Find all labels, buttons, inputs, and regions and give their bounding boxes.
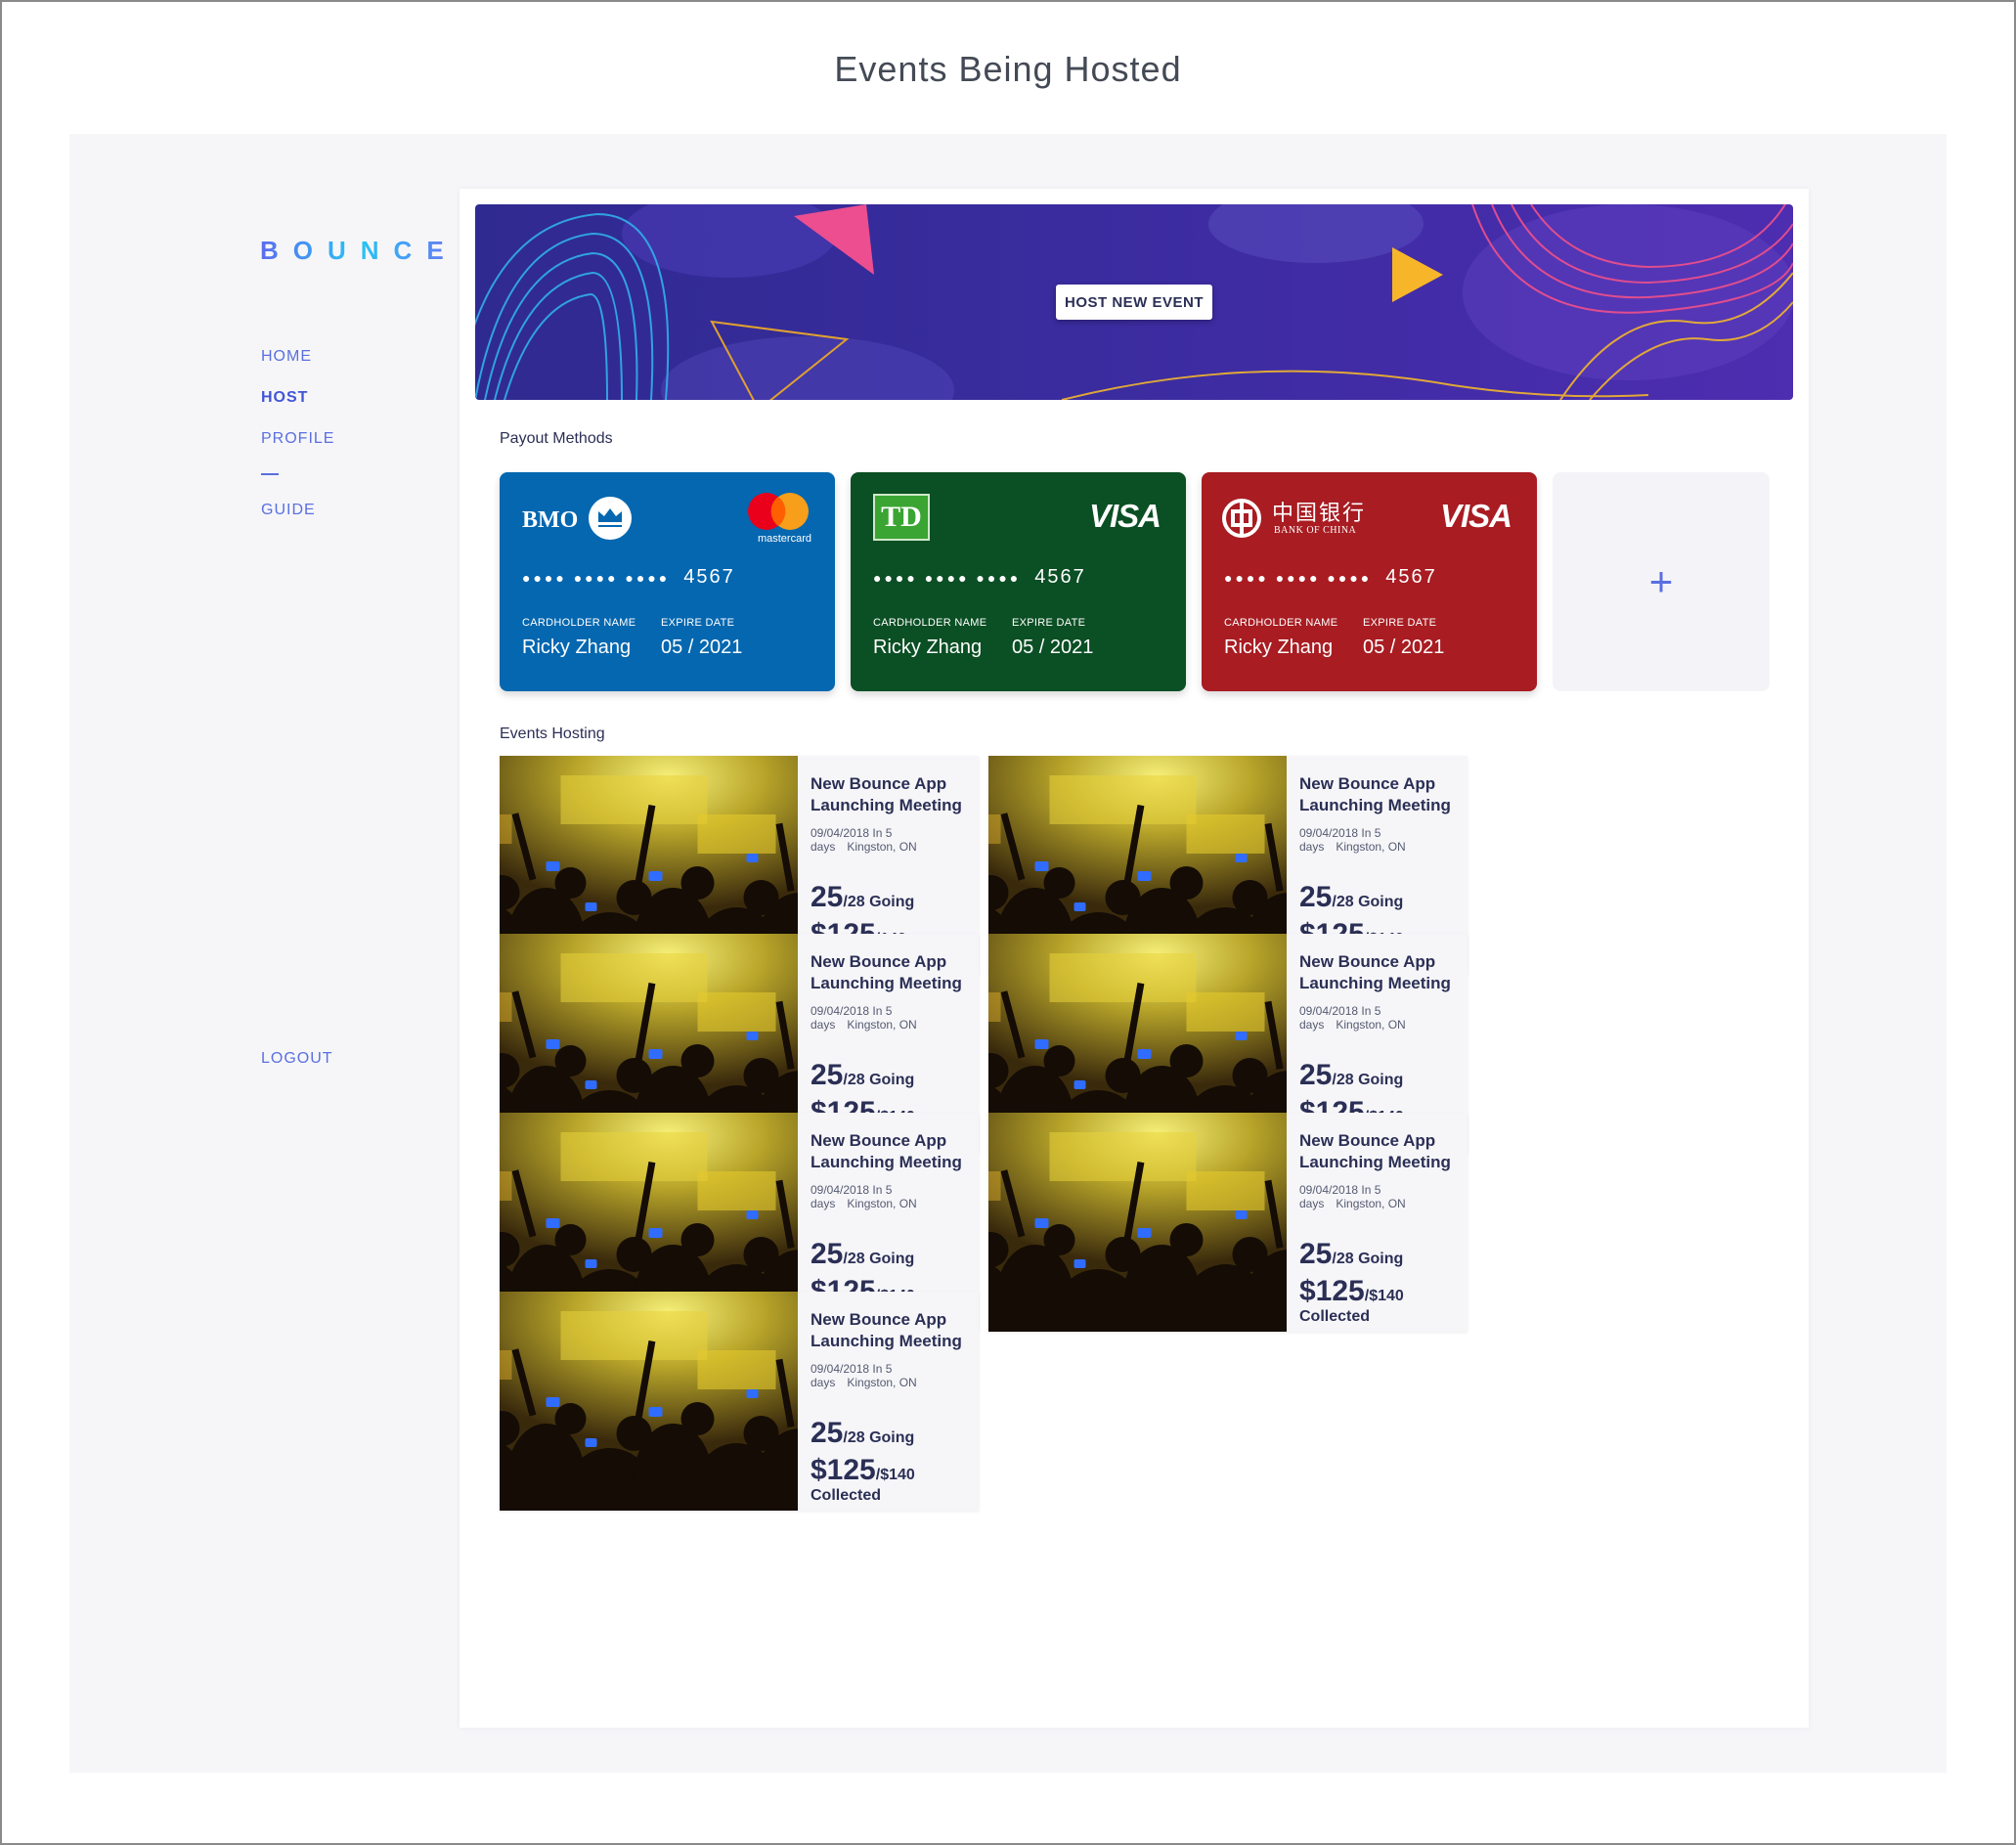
event-attendance: 25/28 Going [811,1059,975,1092]
expire-date: 05 / 2021 [661,637,743,658]
events-hosting-label: Events Hosting [500,725,605,742]
nav-profile[interactable]: PROFILE [261,430,334,448]
event-card[interactable]: New Bounce App Launching Meeting 09/04/2… [500,1292,979,1511]
event-title: New Bounce App Launching Meeting [811,774,962,814]
expire-date: 05 / 2021 [1012,637,1094,658]
event-title: New Bounce App Launching Meeting [1299,952,1451,992]
event-location: Kingston, ON [1336,1197,1406,1210]
event-title: New Bounce App Launching Meeting [1299,774,1451,814]
collected-amount: $125 [1299,1275,1365,1307]
event-meta: 09/04/2018 In 5 days Kingston, ON [1299,826,1464,854]
attendance-total: /28 Going [843,1429,915,1446]
event-attendance: 25/28 Going [811,1238,975,1271]
event-meta: 09/04/2018 In 5 days Kingston, ON [1299,1183,1464,1210]
nav-host[interactable]: HOST [261,389,308,407]
cardholder-label: CARDHOLDER NAME [873,617,987,629]
event-attendance: 25/28 Going [1299,881,1464,914]
payout-methods-label: Payout Methods [500,430,613,447]
attendance-total: /28 Going [843,894,915,910]
event-meta: 09/04/2018 In 5 days Kingston, ON [1299,1004,1464,1032]
card-number: ●●●● ●●●● ●●●● 4567 [873,566,1086,588]
mastercard-icon [748,493,809,530]
payout-card-bmo[interactable]: BMO mastercard ●●●● ●●●● ●●●● 4567 CARDHO… [500,472,835,691]
attendance-count: 25 [1299,1059,1333,1091]
event-meta: 09/04/2018 In 5 days Kingston, ON [811,1362,975,1389]
collected-amount: $125 [811,1454,876,1486]
plus-icon: + [1648,558,1674,604]
event-location: Kingston, ON [847,1376,917,1389]
add-payout-method-button[interactable]: + [1553,472,1770,691]
event-attendance: 25/28 Going [811,881,975,914]
payout-card-td[interactable]: TD VISA ●●●● ●●●● ●●●● 4567 CARDHOLDER NA… [851,472,1186,691]
host-new-event-button[interactable]: HOST NEW EVENT [1056,285,1212,320]
network-name: mastercard [757,533,811,545]
event-location: Kingston, ON [847,840,917,854]
expire-date: 05 / 2021 [1363,637,1445,658]
bank-logo: TD [873,494,930,541]
attendance-count: 25 [1299,881,1333,913]
event-meta: 09/04/2018 In 5 days Kingston, ON [811,1004,975,1032]
cardholder-label: CARDHOLDER NAME [1224,617,1338,629]
expire-label: EXPIRE DATE [661,617,735,629]
cardholder-name: Ricky Zhang [873,637,983,658]
hero-banner: HOST NEW EVENT [475,204,1793,400]
nav-divider [261,473,279,475]
expire-label: EXPIRE DATE [1363,617,1437,629]
bounce-logo[interactable]: BOUNCE [260,236,459,266]
visa-logo: VISA [1439,498,1512,534]
event-location: Kingston, ON [1336,1018,1406,1032]
event-location: Kingston, ON [847,1197,917,1210]
page-title: Events Being Hosted [834,49,1182,89]
event-attendance: 25/28 Going [811,1417,975,1450]
attendance-count: 25 [811,1059,844,1091]
event-meta: 09/04/2018 In 5 days Kingston, ON [811,826,975,854]
bank-name: BMO [522,507,579,533]
attendance-count: 25 [1299,1238,1333,1270]
main-panel: HOST NEW EVENT Payout Methods BMO master… [460,189,1809,1728]
cardholder-name: Ricky Zhang [522,637,632,658]
nav-logout[interactable]: LOGOUT [261,1050,333,1068]
bmo-roundel-icon [589,497,632,540]
event-title: New Bounce App Launching Meeting [811,952,962,992]
attendance-count: 25 [811,881,844,913]
attendance-total: /28 Going [1332,1251,1404,1267]
event-title: New Bounce App Launching Meeting [1299,1131,1451,1171]
attendance-total: /28 Going [1332,894,1404,910]
visa-logo: VISA [1088,498,1161,534]
bank-of-china-icon [1222,499,1261,538]
bank-name-english: BANK OF CHINA [1274,525,1357,536]
event-attendance: 25/28 Going [1299,1238,1464,1271]
event-location: Kingston, ON [847,1018,917,1032]
event-image [500,1292,798,1511]
expire-label: EXPIRE DATE [1012,617,1086,629]
event-info: New Bounce App Launching Meeting 09/04/2… [1299,1130,1464,1326]
card-number: ●●●● ●●●● ●●●● 4567 [522,566,735,588]
nav-guide[interactable]: GUIDE [261,502,316,519]
event-collected: $125/$140 Collected [1299,1275,1464,1326]
nav-home[interactable]: HOME [261,348,312,366]
bank-name: 中国银行 [1272,502,1367,526]
attendance-count: 25 [811,1417,844,1449]
payout-card-boc[interactable]: 中国银行 BANK OF CHINA VISA ●●●● ●●●● ●●●● 45… [1202,472,1537,691]
attendance-total: /28 Going [843,1251,915,1267]
attendance-count: 25 [811,1238,844,1270]
event-meta: 09/04/2018 In 5 days Kingston, ON [811,1183,975,1210]
event-card[interactable]: New Bounce App Launching Meeting 09/04/2… [988,1113,1468,1332]
card-number: ●●●● ●●●● ●●●● 4567 [1224,566,1437,588]
event-title: New Bounce App Launching Meeting [811,1131,962,1171]
cardholder-label: CARDHOLDER NAME [522,617,636,629]
event-image [988,1113,1287,1332]
event-location: Kingston, ON [1336,840,1406,854]
event-title: New Bounce App Launching Meeting [811,1310,962,1350]
attendance-total: /28 Going [843,1072,915,1088]
app-canvas: BOUNCE HOME HOST PROFILE GUIDE LOGOUT HO… [69,134,1947,1773]
event-attendance: 25/28 Going [1299,1059,1464,1092]
event-collected: $125/$140 Collected [811,1454,975,1505]
attendance-total: /28 Going [1332,1072,1404,1088]
event-info: New Bounce App Launching Meeting 09/04/2… [811,1309,975,1505]
cardholder-name: Ricky Zhang [1224,637,1334,658]
